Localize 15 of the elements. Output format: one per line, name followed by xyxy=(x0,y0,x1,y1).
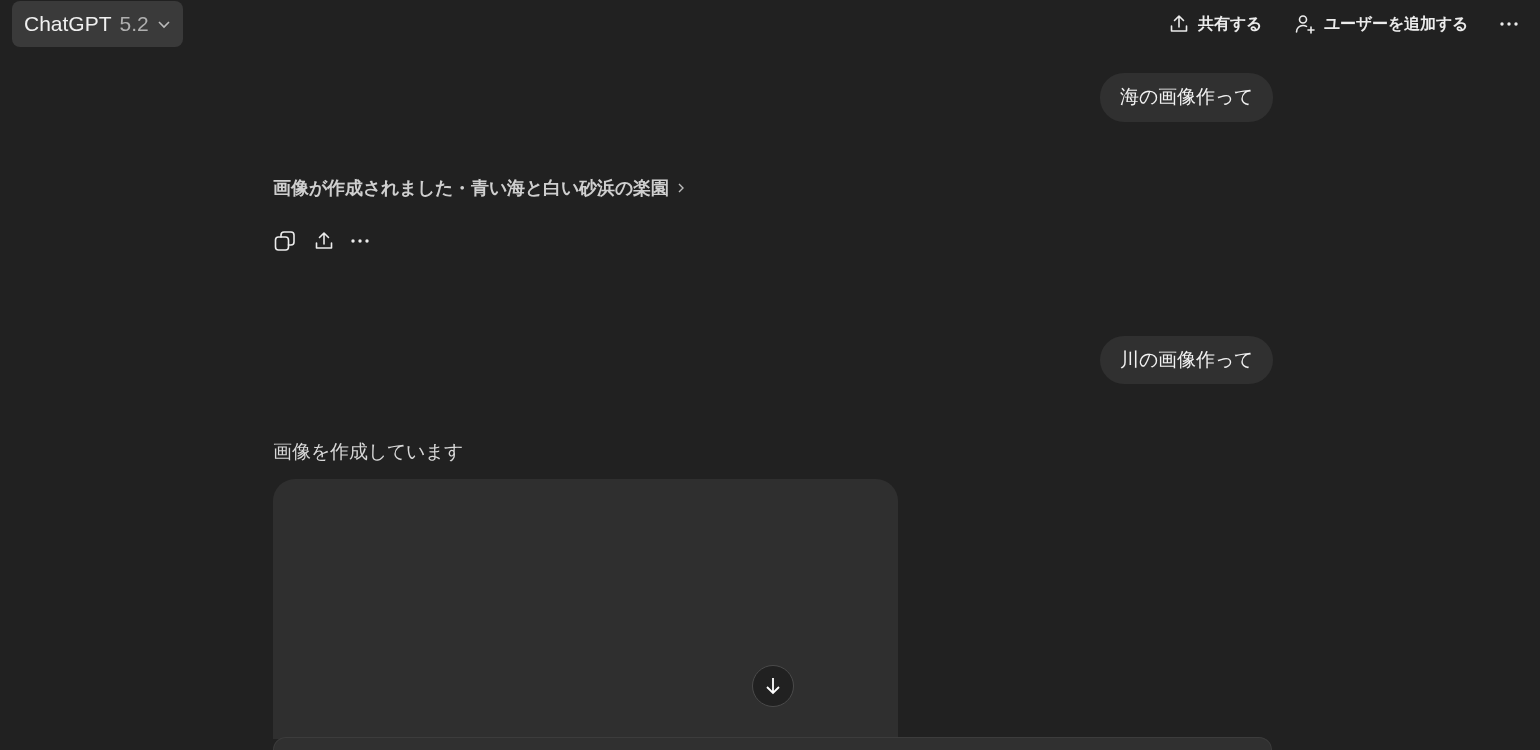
share-icon xyxy=(313,229,335,252)
user-message: 川の画像作って xyxy=(1100,335,1273,384)
model-selector[interactable]: ChatGPT 5.2 xyxy=(12,1,183,47)
user-message: 海の画像作って xyxy=(1100,73,1273,122)
status-text: 画像を作成しています xyxy=(273,440,464,464)
share-icon xyxy=(1168,13,1190,35)
arrow-down-icon xyxy=(763,676,783,696)
chevron-right-icon xyxy=(677,182,685,194)
more-icon xyxy=(351,238,369,243)
more-icon xyxy=(1500,22,1518,26)
copy-icon xyxy=(273,228,297,253)
add-user-icon xyxy=(1294,13,1316,35)
share-button[interactable]: 共有する xyxy=(1160,6,1270,42)
add-user-button[interactable]: ユーザーを追加する xyxy=(1286,6,1476,42)
image-result-link[interactable]: 画像が作成されました・青い海と白い砂浜の楽園 xyxy=(273,174,685,202)
